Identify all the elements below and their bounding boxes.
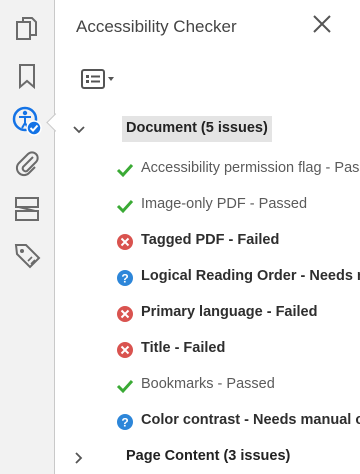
options-menu-button[interactable]	[80, 66, 118, 92]
check-label: Tagged PDF - Failed	[141, 232, 280, 248]
check-row-primary-language[interactable]: Primary language - Failed	[56, 298, 360, 328]
check-label: Image-only PDF - Passed	[141, 196, 308, 212]
failed-x-icon	[117, 234, 133, 250]
check-label: Title - Failed	[141, 340, 226, 356]
check-row-tagged-pdf[interactable]: Tagged PDF - Failed	[56, 226, 360, 256]
section-document[interactable]: Document (5 issues)	[56, 114, 360, 144]
bookmark-icon[interactable]	[10, 59, 44, 93]
check-label: Logical Reading Order - Needs manual che…	[141, 268, 360, 284]
check-row-title[interactable]: Title - Failed	[56, 334, 360, 364]
check-label: Color contrast - Needs manual check	[141, 412, 360, 428]
chevron-right-icon[interactable]	[72, 451, 86, 465]
check-row-image-only-pdf[interactable]: Image-only PDF - Passed	[56, 190, 360, 220]
attachment-icon[interactable]	[10, 146, 44, 180]
section-page-content[interactable]: Page Content (3 issues)	[56, 442, 360, 472]
passed-check-icon	[116, 163, 134, 178]
passed-check-icon	[116, 199, 134, 214]
check-row-color-contrast[interactable]: ? Color contrast - Needs manual check	[56, 406, 360, 436]
failed-x-icon	[117, 342, 133, 358]
accessibility-check-icon[interactable]	[10, 104, 44, 138]
needs-manual-check-icon: ?	[117, 270, 133, 286]
check-label: Bookmarks - Passed	[141, 376, 275, 392]
check-label: Primary language - Failed	[141, 304, 318, 320]
panel-title: Accessibility Checker	[76, 17, 237, 36]
check-row-bookmarks[interactable]: Bookmarks - Passed	[56, 370, 360, 400]
tool-rail	[0, 0, 55, 474]
close-icon[interactable]	[310, 12, 334, 36]
tags-icon[interactable]	[10, 239, 44, 273]
check-label: Accessibility permission flag - Passed	[141, 160, 360, 176]
pages-icon[interactable]	[10, 12, 44, 46]
needs-manual-check-icon: ?	[117, 414, 133, 430]
accessibility-checker-panel: Accessibility Checker Document (5 issues…	[56, 0, 360, 474]
passed-check-icon	[116, 379, 134, 394]
section-label: Page Content (3 issues)	[126, 448, 291, 464]
svg-text:?: ?	[121, 416, 128, 430]
svg-text:?: ?	[121, 272, 128, 286]
section-label: Document (5 issues)	[122, 116, 272, 142]
content-order-icon[interactable]	[10, 192, 44, 226]
check-row-logical-reading-order[interactable]: ? Logical Reading Order - Needs manual c…	[56, 262, 360, 292]
chevron-down-icon[interactable]	[72, 123, 86, 137]
check-row-accessibility-permission-flag[interactable]: Accessibility permission flag - Passed	[56, 154, 360, 184]
failed-x-icon	[117, 306, 133, 322]
